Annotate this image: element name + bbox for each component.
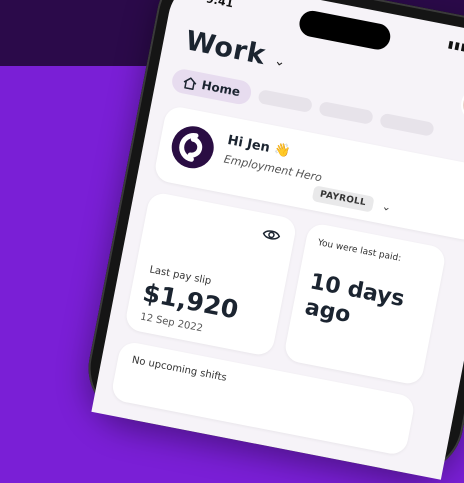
tab-home[interactable]: Home	[170, 67, 254, 107]
app-screen: 9:41 ▮▮▮ ◠ ▭ Work ⌄ Home	[91, 0, 464, 480]
shifts-label: No upcoming shifts	[130, 354, 228, 384]
eye-icon[interactable]	[261, 227, 281, 242]
greeting-name: Hi Jen	[226, 132, 272, 156]
status-time: 9:41	[205, 0, 235, 11]
organization-name: Employment Hero	[222, 152, 323, 185]
chevron-down-icon[interactable]: ⌄	[273, 53, 287, 70]
tab-placeholder[interactable]	[257, 89, 314, 114]
wave-icon: 👋	[272, 141, 292, 160]
last-paid-label: You were last paid:	[316, 237, 402, 264]
tab-placeholder[interactable]	[318, 100, 374, 125]
last-paid-card[interactable]: You were last paid: 10 days ago	[282, 221, 448, 387]
status-icons: ▮▮▮ ◠ ▭	[446, 39, 464, 59]
chevron-down-icon[interactable]: ⌄	[381, 200, 393, 215]
payroll-badge: PAYROLL	[311, 185, 375, 213]
employment-hero-logo	[168, 122, 218, 172]
pay-slip-card[interactable]: Last pay slip $1,920 12 Sep 2022	[123, 191, 298, 358]
dynamic-island	[297, 8, 393, 52]
home-icon	[183, 76, 197, 90]
last-paid-value: 10 days ago	[302, 269, 407, 329]
tab-home-label: Home	[200, 77, 242, 100]
tab-placeholder[interactable]	[379, 112, 435, 137]
page-header: Work ⌄	[183, 25, 289, 75]
page-title: Work	[183, 25, 269, 72]
avatar[interactable]	[458, 85, 464, 125]
